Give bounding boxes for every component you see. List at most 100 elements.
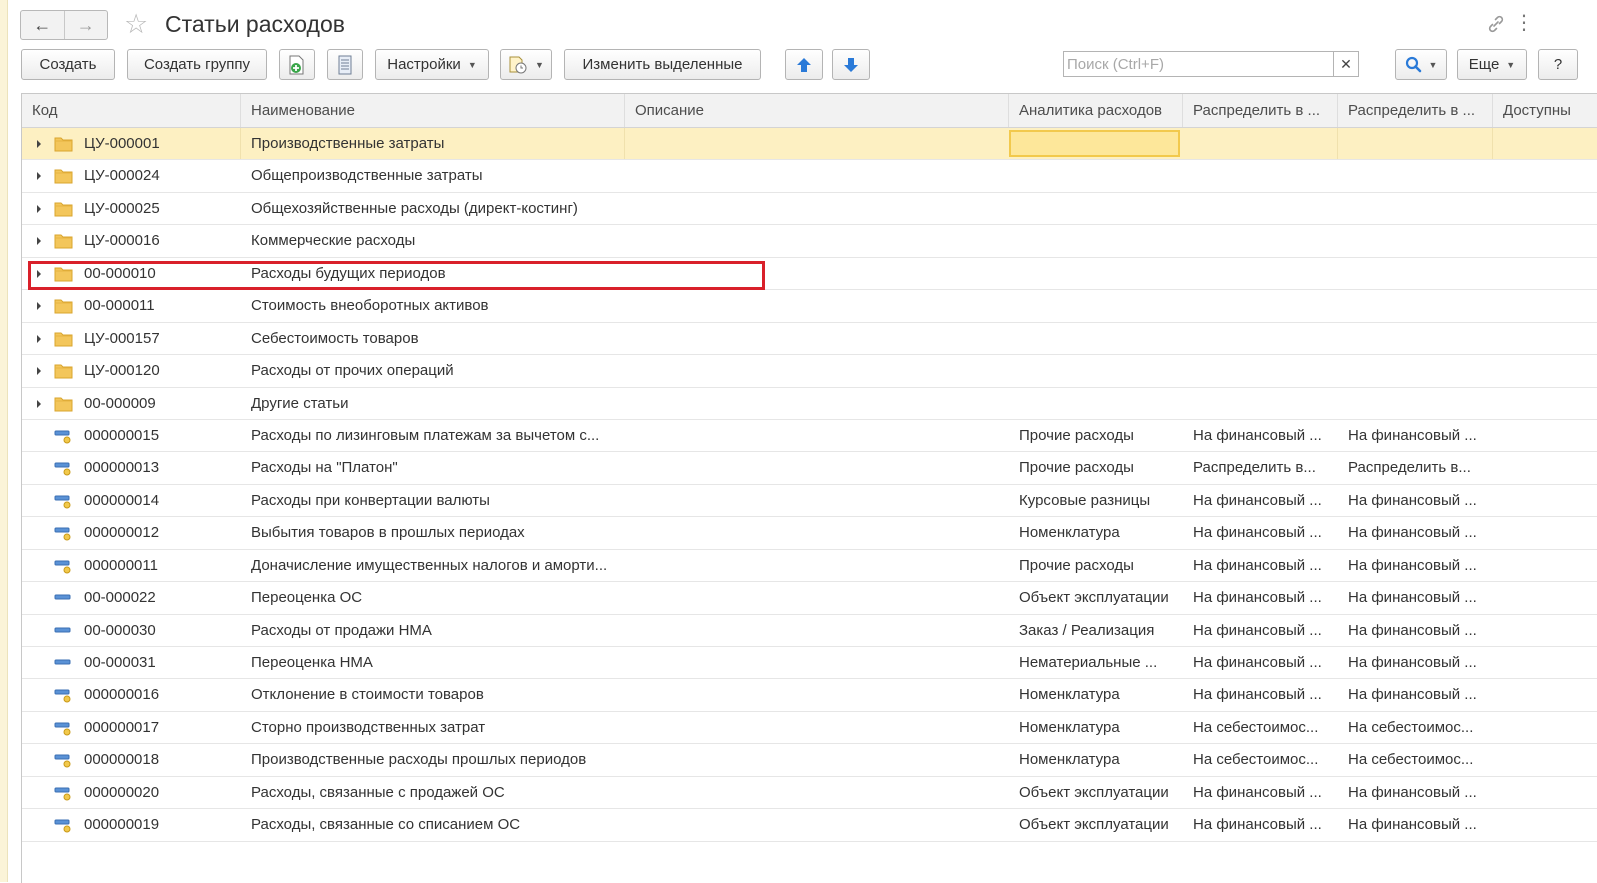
expand-arrow-icon[interactable]	[37, 269, 41, 278]
search-dropdown-button[interactable]: ▼	[1395, 49, 1447, 80]
change-selected-button[interactable]: Изменить выделенные	[564, 49, 761, 80]
column-header-code[interactable]: Код	[22, 94, 241, 127]
create-group-button[interactable]: Создать группу	[127, 49, 267, 80]
clear-search-icon[interactable]: ✕	[1333, 52, 1358, 76]
cell-distribute-1: На финансовый ...	[1193, 816, 1322, 834]
folder-icon	[54, 266, 73, 286]
cell-description	[635, 679, 1003, 710]
expand-arrow-icon[interactable]	[37, 334, 41, 343]
cell-code: 000000013	[84, 459, 160, 477]
table-row[interactable]: 00-000011 Стоимость внеоборотных активов	[22, 290, 1597, 323]
table-row[interactable]: 000000011 Доначисление имущественных нало…	[22, 550, 1597, 583]
move-up-button[interactable]	[785, 49, 823, 80]
move-down-button[interactable]	[832, 49, 870, 80]
column-header-analytics[interactable]: Аналитика расходов	[1009, 94, 1183, 127]
forward-arrow-icon[interactable]: →	[63, 11, 108, 39]
column-header-distribute-2[interactable]: Распределить в ...	[1338, 94, 1493, 127]
help-button[interactable]: ?	[1538, 49, 1578, 80]
table-body: ЦУ-000001 Производственные затраты ЦУ-0000…	[22, 128, 1597, 842]
cell-description	[635, 323, 1003, 354]
cell-distribute-1: На финансовый ...	[1193, 783, 1322, 801]
cell-description	[635, 582, 1003, 613]
table-row[interactable]: 000000018 Производственные расходы прошлы…	[22, 744, 1597, 777]
table-row[interactable]: 000000012 Выбытия товаров в прошлых перио…	[22, 517, 1597, 550]
cell-distribute-2: На себестоимос...	[1348, 718, 1474, 736]
cell-name: Доначисление имущественных налогов и амо…	[251, 556, 608, 574]
cell-distribute-1	[1193, 323, 1333, 354]
cell-code: ЦУ-000157	[84, 329, 160, 347]
report-dropdown-button[interactable]: ▼	[500, 49, 552, 80]
cell-name: Производственные расходы прошлых периодо…	[251, 751, 587, 769]
back-arrow-icon[interactable]: ←	[21, 11, 64, 39]
cell-name: Общепроизводственные затраты	[251, 167, 483, 185]
cell-name: Общехозяйственные расходы (директ-костин…	[251, 199, 578, 217]
settings-label: Настройки	[387, 56, 461, 73]
more-vertical-icon[interactable]: ⋮	[1514, 13, 1534, 33]
settings-dropdown-button[interactable]: Настройки ▼	[375, 49, 489, 80]
folder-icon	[54, 168, 73, 188]
table-row[interactable]: 00-000010 Расходы будущих периодов	[22, 258, 1597, 291]
table-row[interactable]: 000000017 Сторно производственных затрат Н…	[22, 712, 1597, 745]
table-row[interactable]: 000000020 Расходы, связанные с продажей О…	[22, 777, 1597, 810]
table-row[interactable]: 00-000022 Переоценка ОС Объект эксплуатаци…	[22, 582, 1597, 615]
expense-item-icon	[54, 493, 73, 513]
cell-distribute-2: На финансовый ...	[1348, 816, 1477, 834]
expand-arrow-icon[interactable]	[37, 367, 41, 376]
table-row[interactable]: 00-000009 Другие статьи	[22, 388, 1597, 420]
cell-distribute-2: На финансовый ...	[1348, 654, 1477, 671]
table-row[interactable]: 000000014 Расходы при конвертации валюты К…	[22, 485, 1597, 518]
cell-description	[635, 225, 1003, 256]
create-button[interactable]: Создать	[21, 49, 115, 80]
expand-arrow-icon[interactable]	[37, 172, 41, 181]
cell-name: Расходы от продажи НМА	[251, 621, 432, 639]
cell-code: 00-000011	[84, 297, 155, 315]
page-title: Статьи расходов	[165, 11, 345, 37]
search-icon	[1405, 56, 1421, 73]
cell-description	[635, 452, 1003, 483]
table-row[interactable]: 00-000030 Расходы от продажи НМА Заказ / Р…	[22, 615, 1597, 647]
more-dropdown-button[interactable]: Еще ▼	[1457, 49, 1527, 80]
expand-arrow-icon[interactable]	[37, 204, 41, 213]
table-row[interactable]: ЦУ-000025 Общехозяйственные расходы (дире…	[22, 193, 1597, 226]
column-header-description[interactable]: Описание	[625, 94, 1009, 127]
cell-distribute-2: Распределить в...	[1348, 459, 1471, 477]
cell-analytics: Нематериальные ...	[1019, 654, 1158, 671]
favorite-star-icon[interactable]: ☆	[124, 8, 148, 40]
cell-distribute-1	[1193, 160, 1333, 191]
table-row[interactable]: ЦУ-000001 Производственные затраты	[22, 128, 1597, 161]
column-header-name[interactable]: Наименование	[241, 94, 625, 127]
cell-distribute-2	[1348, 128, 1488, 159]
cell-code: ЦУ-000016	[84, 232, 160, 250]
cell-code: 000000011	[84, 556, 158, 574]
expand-arrow-icon[interactable]	[37, 237, 41, 246]
cell-distribute-2: На финансовый ...	[1348, 589, 1477, 607]
table-row[interactable]: 000000013 Расходы на "Платон" Прочие расхо…	[22, 452, 1597, 485]
search-input[interactable]	[1064, 52, 1330, 76]
cell-analytics	[1019, 128, 1179, 159]
table-header: Код Наименование Описание Аналитика расх…	[22, 94, 1597, 128]
report-clock-icon	[509, 56, 527, 73]
list-mode-button[interactable]	[327, 49, 363, 80]
table-row[interactable]: ЦУ-000157 Себестоимость товаров	[22, 323, 1597, 356]
column-header-available[interactable]: Доступны	[1493, 94, 1597, 127]
cell-description	[635, 485, 1003, 516]
table-row[interactable]: ЦУ-000024 Общепроизводственные затраты	[22, 160, 1597, 193]
copy-add-button[interactable]	[279, 49, 315, 80]
table-row[interactable]: ЦУ-000120 Расходы от прочих операций	[22, 355, 1597, 388]
expand-arrow-icon[interactable]	[37, 399, 41, 408]
table-row[interactable]: 000000015 Расходы по лизинговым платежам …	[22, 420, 1597, 453]
table-row[interactable]: 00-000031 Переоценка НМА Нематериальные ..…	[22, 647, 1597, 680]
table-row[interactable]: ЦУ-000016 Коммерческие расходы	[22, 225, 1597, 258]
cell-distribute-2	[1348, 388, 1488, 419]
expense-item-icon	[54, 460, 73, 480]
more-label: Еще	[1468, 56, 1500, 73]
cell-analytics: Объект эксплуатации	[1019, 816, 1169, 834]
table-row[interactable]: 000000016 Отклонение в стоимости товаров Н…	[22, 679, 1597, 712]
table-row[interactable]: 000000019 Расходы, связанные со списанием…	[22, 809, 1597, 842]
expand-arrow-icon[interactable]	[37, 302, 41, 311]
column-header-distribute-1[interactable]: Распределить в ...	[1183, 94, 1338, 127]
cell-analytics: Курсовые разницы	[1019, 491, 1151, 509]
link-icon[interactable]	[1486, 14, 1506, 38]
cell-distribute-2: На финансовый ...	[1348, 783, 1477, 801]
folder-icon	[54, 201, 73, 221]
